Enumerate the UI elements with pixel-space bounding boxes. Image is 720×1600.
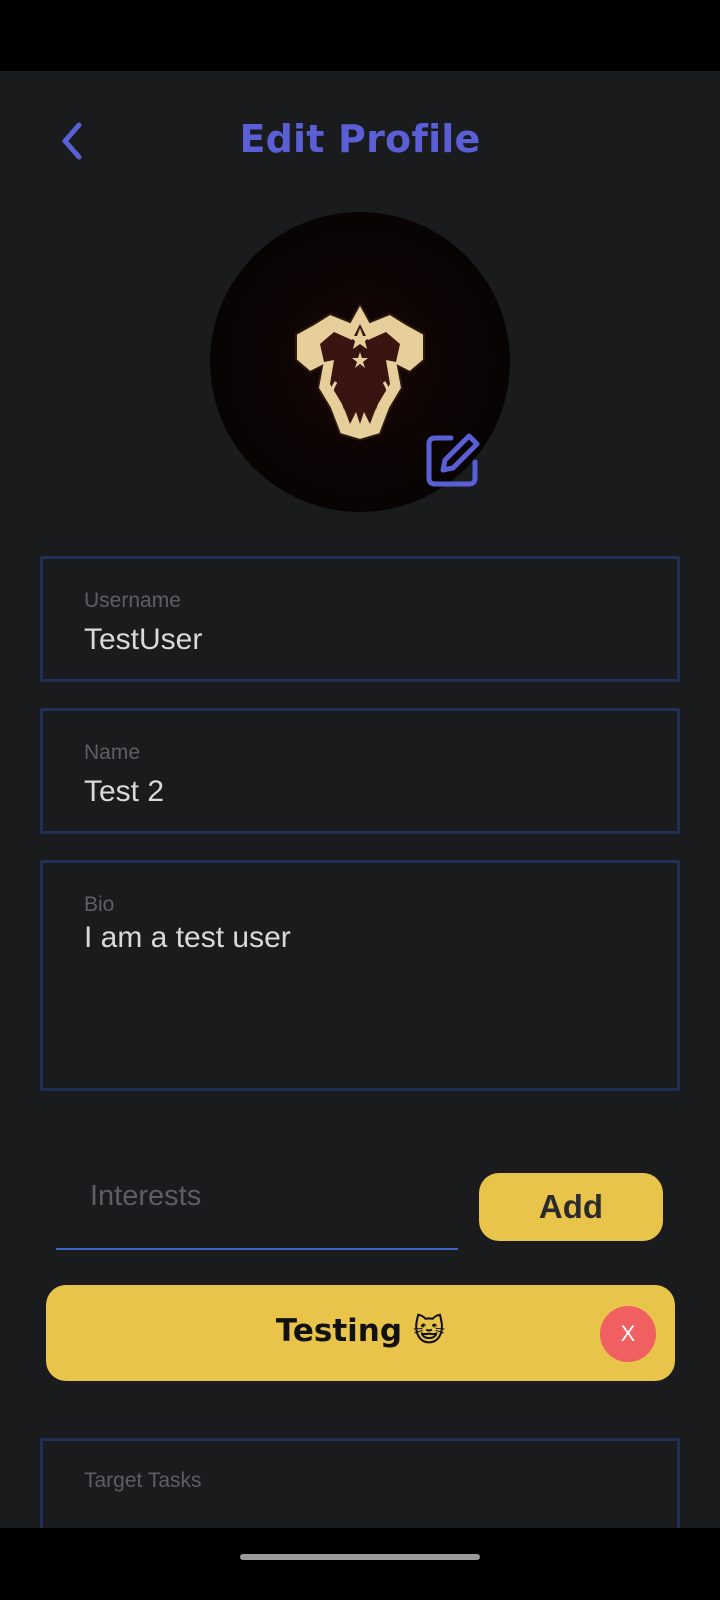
name-field[interactable]: Name Test 2 bbox=[40, 708, 680, 834]
status-bar bbox=[0, 0, 720, 71]
bio-label: Bio bbox=[84, 893, 115, 916]
add-interest-button[interactable]: Add bbox=[479, 1173, 663, 1241]
home-indicator[interactable] bbox=[240, 1554, 480, 1560]
page-title: Edit Profile bbox=[239, 117, 481, 161]
edit-avatar-button[interactable] bbox=[423, 430, 483, 490]
interest-chip-label: Testing 😺 bbox=[275, 1313, 446, 1349]
username-value: TestUser bbox=[84, 623, 203, 656]
bio-field[interactable]: Bio I am a test user bbox=[40, 860, 680, 1091]
target-tasks-label: Target Tasks bbox=[84, 1469, 202, 1492]
interests-input[interactable]: Interests bbox=[56, 1158, 458, 1250]
interest-chip: Testing 😺 X bbox=[46, 1285, 675, 1381]
header: Edit Profile bbox=[0, 71, 720, 211]
remove-interest-button[interactable]: X bbox=[600, 1306, 656, 1362]
interests-placeholder: Interests bbox=[90, 1180, 202, 1212]
bio-value: I am a test user bbox=[84, 921, 291, 954]
name-value: Test 2 bbox=[84, 775, 165, 808]
username-field[interactable]: Username TestUser bbox=[40, 556, 680, 682]
avatar-container bbox=[210, 212, 510, 512]
edit-icon bbox=[426, 433, 480, 487]
name-label: Name bbox=[84, 741, 141, 764]
username-label: Username bbox=[84, 589, 181, 612]
navigation-bar bbox=[0, 1528, 720, 1600]
